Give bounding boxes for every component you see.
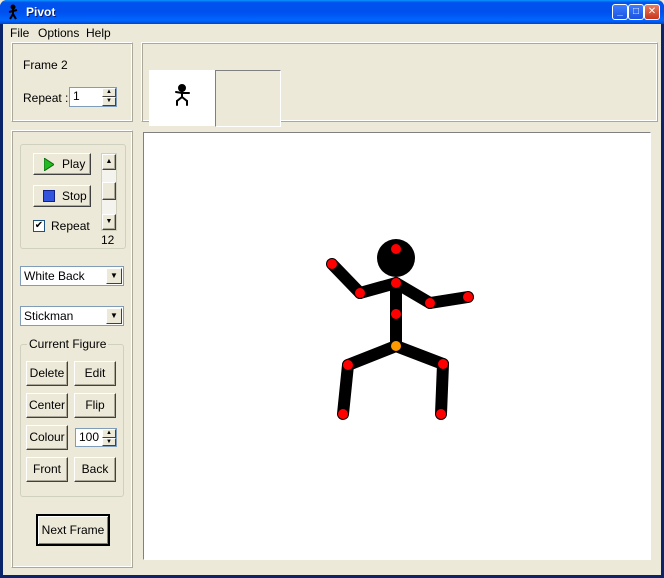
current-figure-title: Current Figure <box>27 337 109 351</box>
chevron-down-icon[interactable]: ▼ <box>106 268 122 284</box>
play-triangle-icon <box>44 158 54 171</box>
repeat-checkbox[interactable]: ✔ <box>33 220 45 232</box>
joint-head[interactable] <box>391 244 401 254</box>
center-button[interactable]: Center <box>26 393 68 418</box>
animation-canvas[interactable] <box>143 132 651 560</box>
colour-spinner[interactable]: 100 ▲ ▼ <box>75 428 117 447</box>
minimize-button[interactable]: _ <box>612 4 628 20</box>
arrow-down-icon[interactable]: ▼ <box>102 97 116 106</box>
title-bar[interactable]: Pivot _ □ ✕ <box>0 0 664 24</box>
app-window: Pivot _ □ ✕ File Options Help Frame 2 Re… <box>0 0 664 578</box>
colour-value: 100 <box>79 430 100 444</box>
front-button[interactable]: Front <box>26 457 68 482</box>
frame-repeat-spinner[interactable]: 1 ▲ ▼ <box>69 87 117 107</box>
frame-label: Frame 2 <box>23 58 68 72</box>
delete-button[interactable]: Delete <box>26 361 68 386</box>
checkmark-icon: ✔ <box>34 220 44 231</box>
joint-left-elbow[interactable] <box>355 288 365 298</box>
arrow-down-icon[interactable]: ▼ <box>102 437 116 446</box>
play-button[interactable]: Play <box>33 153 91 175</box>
menu-file[interactable]: File <box>10 26 29 40</box>
maximize-button[interactable]: □ <box>628 4 644 20</box>
stickman-figure[interactable] <box>144 133 650 559</box>
arrow-up-icon[interactable]: ▲ <box>102 154 116 170</box>
joint-left-foot[interactable] <box>338 409 348 419</box>
chevron-down-icon[interactable]: ▼ <box>106 308 122 324</box>
edit-button[interactable]: Edit <box>74 361 116 386</box>
speed-slider-thumb[interactable] <box>102 182 116 200</box>
stop-square-icon <box>43 190 55 202</box>
menu-options[interactable]: Options <box>38 26 79 40</box>
figure-select-value: Stickman <box>24 309 74 323</box>
arrow-up-icon[interactable]: ▲ <box>102 429 116 438</box>
background-select-value: White Back <box>24 269 85 283</box>
arrow-down-icon[interactable]: ▼ <box>102 214 116 230</box>
joint-right-knee[interactable] <box>438 359 448 369</box>
frame-thumbnail-2[interactable] <box>215 70 281 127</box>
stop-label: Stop <box>62 189 87 203</box>
frame-repeat-value: 1 <box>73 89 80 103</box>
figure-select[interactable]: Stickman ▼ <box>20 306 124 326</box>
joint-right-foot[interactable] <box>436 409 446 419</box>
joint-left-knee[interactable] <box>343 360 353 370</box>
client-area: File Options Help Frame 2 Repeat : 1 ▲ ▼ <box>3 24 661 575</box>
menu-help[interactable]: Help <box>86 26 111 40</box>
play-label: Play <box>62 157 86 171</box>
pivot-app-icon <box>8 4 18 20</box>
frame-info-panel: Frame 2 Repeat : 1 ▲ ▼ <box>11 42 133 122</box>
menu-bar: File Options Help <box>3 24 661 42</box>
joint-right-hand[interactable] <box>463 292 473 302</box>
back-button[interactable]: Back <box>74 457 116 482</box>
repeat-checkbox-label: Repeat <box>51 219 90 233</box>
flip-button[interactable]: Flip <box>74 393 116 418</box>
next-frame-button[interactable]: Next Frame <box>36 514 110 546</box>
close-button[interactable]: ✕ <box>644 4 660 20</box>
window-title: Pivot <box>26 5 56 19</box>
frame-thumbnail-1[interactable] <box>149 70 215 126</box>
stop-button[interactable]: Stop <box>33 185 91 207</box>
repeat-label: Repeat : <box>23 91 69 105</box>
colour-button[interactable]: Colour <box>26 425 68 450</box>
joint-neck[interactable] <box>391 278 401 288</box>
speed-slider[interactable]: ▲ ▼ <box>101 153 117 231</box>
speed-value: 12 <box>101 233 115 247</box>
joint-left-hand[interactable] <box>327 259 337 269</box>
background-select[interactable]: White Back ▼ <box>20 266 124 286</box>
joint-origin[interactable] <box>391 341 401 351</box>
joint-chest[interactable] <box>391 309 401 319</box>
joint-right-elbow[interactable] <box>425 298 435 308</box>
arrow-up-icon[interactable]: ▲ <box>102 88 116 97</box>
